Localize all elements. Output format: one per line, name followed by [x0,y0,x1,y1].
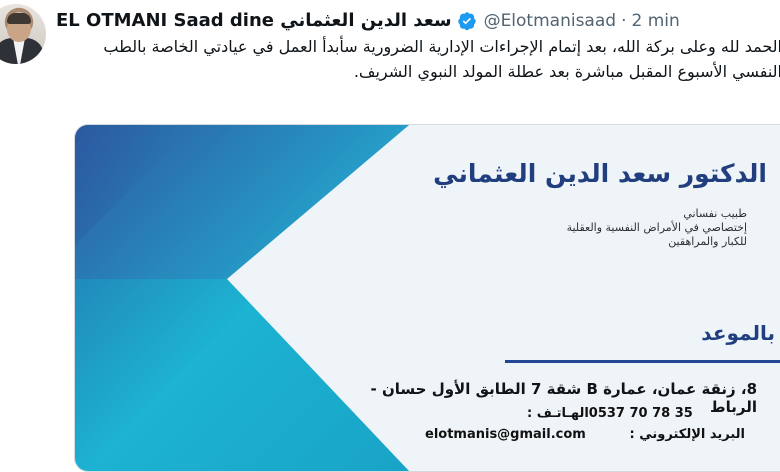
card-line: للكبار والمراهقين [668,235,747,248]
author-name[interactable]: EL OTMANI Saad dine سعد الدين العثماني [56,8,452,34]
tweet: EL OTMANI Saad dine سعد الدين العثماني @… [0,0,780,472]
card-appointment: بالموعد [701,321,775,345]
avatar[interactable] [0,4,46,64]
avatar-hair [7,13,31,24]
tweet-time[interactable]: 2 min [631,8,679,34]
email-value: elotmanis@gmail.com [425,427,586,442]
tweet-image[interactable]: الدكتور سعد الدين العثماني طبيب نفساني إ… [74,124,780,472]
card-line: طبيب نفساني [683,207,747,220]
phone-label: الهـاتـف : [527,405,589,421]
card-subtitle-lines: طبيب نفساني إختصاصي في الأمراض النفسية و… [477,207,747,249]
separator-dot: · [621,11,627,31]
card-line: إختصاصي في الأمراض النفسية والعقلية [566,221,747,234]
email-label: البريد الإلكتروني : [629,427,745,442]
card-divider [505,360,780,363]
phone-value: 0537 70 78 35 [588,405,693,421]
verified-badge-icon [457,11,477,31]
tweet-header: EL OTMANI Saad dine سعد الدين العثماني @… [56,8,780,34]
phone-row: الهـاتـف : 0537 70 78 35 [519,403,759,424]
email-row: elotmanis@gmail.com البريد الإلكتروني : [425,427,745,442]
card-contact-info: الهـاتـف : 0537 70 78 35 [519,403,759,424]
author-handle[interactable]: @Elotmanisaad [484,8,617,34]
card-title: الدكتور سعد الدين العثماني [433,159,767,188]
tweet-text: الحمد لله وعلى بركة الله، بعد إتمام الإج… [103,37,780,81]
